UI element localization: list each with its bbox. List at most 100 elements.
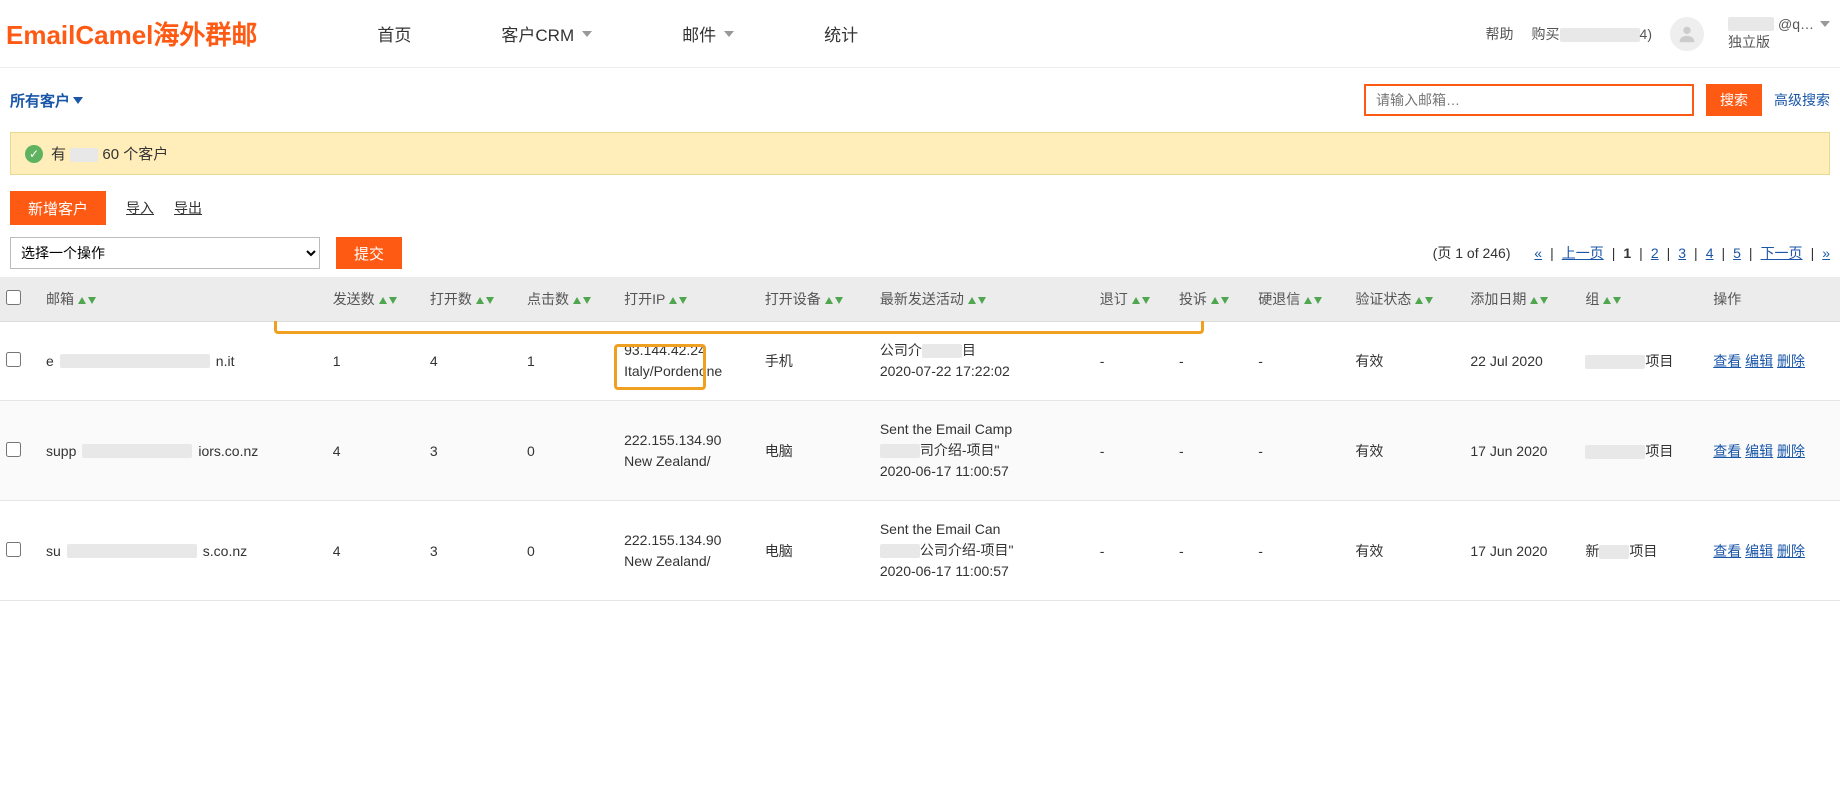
view-link[interactable]: 查看: [1713, 443, 1741, 459]
table-header: 邮箱 发送数 打开数 点击数 打开IP 打开设备 最新发送活动 退订 投诉 硬退…: [0, 277, 1840, 322]
ops-cell: 查看 编辑 删除: [1707, 401, 1840, 501]
col-last-activity-label: 最新发送活动: [880, 291, 964, 307]
sort-icon: [1132, 297, 1150, 304]
col-hard-bounce[interactable]: 硬退信: [1252, 277, 1349, 322]
pager-page-4[interactable]: 4: [1706, 245, 1714, 261]
row-checkbox[interactable]: [6, 542, 21, 557]
pager-page-5[interactable]: 5: [1733, 245, 1741, 261]
redacted-segment: [880, 444, 920, 458]
edit-link[interactable]: 编辑: [1745, 443, 1773, 459]
ip-cell: 222.155.134.90New Zealand/: [624, 530, 753, 572]
nav-mail[interactable]: 邮件: [682, 21, 734, 46]
hard-bounce-cell: -: [1252, 501, 1349, 601]
chevron-down-icon: [1820, 21, 1830, 27]
sort-icon: [968, 297, 986, 304]
col-unsubscribe[interactable]: 退订: [1094, 277, 1173, 322]
delete-link[interactable]: 删除: [1777, 353, 1805, 369]
chevron-down-icon: [724, 31, 734, 37]
row-checkbox[interactable]: [6, 442, 21, 457]
advanced-search-link[interactable]: 高级搜索: [1774, 90, 1830, 110]
col-open[interactable]: 打开数: [424, 277, 521, 322]
col-complain[interactable]: 投诉: [1173, 277, 1252, 322]
col-group[interactable]: 组: [1579, 277, 1707, 322]
pager-page-2[interactable]: 2: [1651, 245, 1659, 261]
all-customers-dropdown[interactable]: 所有客户: [10, 90, 83, 111]
redacted-segment: [82, 444, 192, 458]
search-input[interactable]: [1364, 84, 1694, 116]
avatar[interactable]: [1670, 17, 1704, 51]
edit-link[interactable]: 编辑: [1745, 353, 1773, 369]
email-prefix: e: [46, 353, 54, 369]
pager-prev[interactable]: 上一页: [1562, 243, 1604, 263]
nav-home-label: 首页: [377, 21, 411, 46]
verify-cell: 有效: [1349, 401, 1464, 501]
pager-next[interactable]: 下一页: [1761, 243, 1803, 263]
col-last-activity[interactable]: 最新发送活动: [874, 277, 1094, 322]
import-link[interactable]: 导入: [126, 198, 154, 218]
submit-button[interactable]: 提交: [336, 237, 402, 269]
toolbar: 新增客户 导入 导出: [0, 191, 1840, 237]
col-open-ip[interactable]: 打开IP: [618, 277, 759, 322]
search-button[interactable]: 搜索: [1706, 84, 1762, 116]
pager-page-3[interactable]: 3: [1678, 245, 1686, 261]
bulk-action-select[interactable]: 选择一个操作: [10, 237, 320, 269]
col-click[interactable]: 点击数: [521, 277, 618, 322]
col-verify[interactable]: 验证状态: [1349, 277, 1464, 322]
delete-link[interactable]: 删除: [1777, 543, 1805, 559]
col-add-date[interactable]: 添加日期: [1464, 277, 1579, 322]
col-open-ip-label: 打开IP: [624, 291, 665, 307]
table-body: en.it 1 4 1 93.144.42.24Italy/Pordenone …: [0, 322, 1840, 601]
col-email[interactable]: 邮箱: [40, 277, 327, 322]
complain-cell: -: [1173, 322, 1252, 401]
col-ops-label: 操作: [1713, 291, 1741, 307]
view-link[interactable]: 查看: [1713, 353, 1741, 369]
pager-info-prefix: (页: [1433, 245, 1456, 261]
edition-label: 独立版: [1728, 32, 1830, 52]
email-cell[interactable]: suppiors.co.nz: [46, 443, 321, 459]
hard-bounce-cell: -: [1252, 401, 1349, 501]
account-block[interactable]: @q… 独立版: [1728, 16, 1830, 52]
sort-icon: [1211, 297, 1229, 304]
buy-link[interactable]: 购买4): [1532, 24, 1652, 44]
help-link[interactable]: 帮助: [1486, 24, 1514, 44]
edit-link[interactable]: 编辑: [1745, 543, 1773, 559]
group-cell: 项目: [1579, 322, 1707, 401]
sort-icon: [1530, 297, 1548, 304]
export-link[interactable]: 导出: [174, 198, 202, 218]
open-cell: 3: [424, 501, 521, 601]
unsub-cell: -: [1094, 501, 1173, 601]
email-suffix: s.co.nz: [203, 543, 247, 559]
col-unsubscribe-label: 退订: [1100, 291, 1128, 307]
chevron-down-icon: [582, 31, 592, 37]
sort-icon: [476, 297, 494, 304]
activity-cell: Sent the Email Can公司介绍-项目"2020-06-17 11:…: [880, 519, 1040, 582]
nav-stats-label: 统计: [824, 21, 858, 46]
row-checkbox[interactable]: [6, 352, 21, 367]
ops-cell: 查看 编辑 删除: [1707, 501, 1840, 601]
alert-prefix: 有: [51, 146, 66, 163]
add-customer-button[interactable]: 新增客户: [10, 191, 106, 225]
redacted-segment: [1585, 355, 1645, 369]
alert-suffix: 60 个客户: [102, 146, 168, 163]
nav-home[interactable]: 首页: [377, 21, 411, 46]
view-link[interactable]: 查看: [1713, 543, 1741, 559]
activity-cell: 公司介目2020-07-22 17:22:02: [880, 340, 1040, 382]
delete-link[interactable]: 删除: [1777, 443, 1805, 459]
device-cell: 电脑: [759, 501, 874, 601]
sent-cell: 1: [327, 322, 424, 401]
redacted-segment: [1585, 445, 1645, 459]
sort-icon: [379, 297, 397, 304]
col-open-device[interactable]: 打开设备: [759, 277, 874, 322]
pager-first[interactable]: «: [1534, 245, 1542, 261]
select-all-checkbox[interactable]: [6, 290, 21, 305]
email-cell[interactable]: sus.co.nz: [46, 543, 321, 559]
col-click-label: 点击数: [527, 291, 569, 307]
email-cell[interactable]: en.it: [46, 353, 321, 369]
nav-crm-label: 客户CRM: [501, 21, 574, 46]
brand-logo[interactable]: EmailCamel海外群邮: [0, 15, 297, 52]
pager-last[interactable]: »: [1822, 245, 1830, 261]
col-sent[interactable]: 发送数: [327, 277, 424, 322]
nav-crm[interactable]: 客户CRM: [501, 21, 592, 46]
nav-stats[interactable]: 统计: [824, 21, 858, 46]
email-suffix: iors.co.nz: [198, 443, 258, 459]
